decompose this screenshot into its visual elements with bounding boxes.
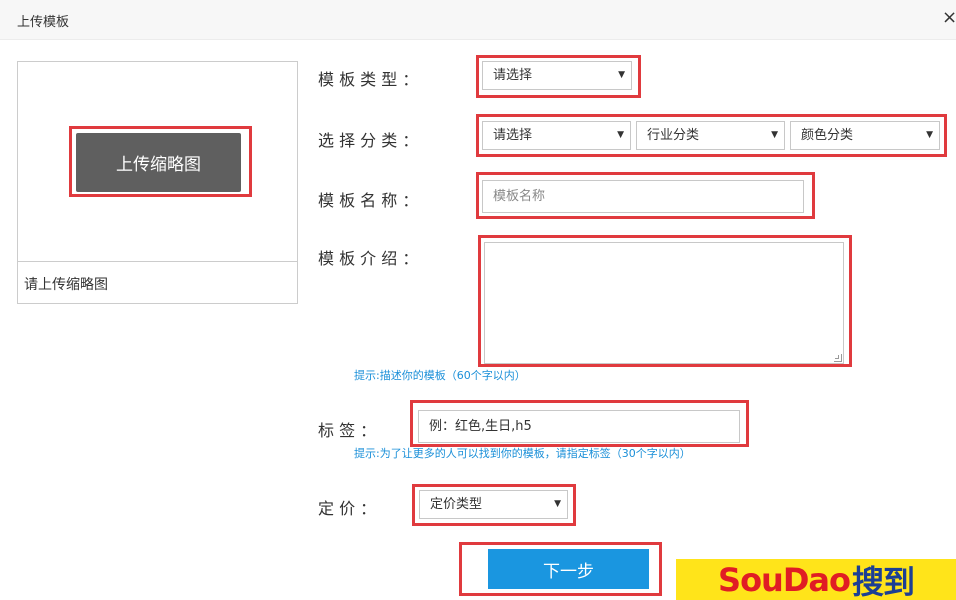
price-select-value: 定价类型 bbox=[430, 497, 483, 512]
template-type-select[interactable]: 请选择 ▼ bbox=[482, 61, 632, 90]
dropdown-arrow-icon: ▼ bbox=[618, 70, 625, 80]
template-name-label: 模 板 名 称 ： bbox=[318, 191, 419, 210]
color-select-value: 颜色分类 bbox=[801, 128, 854, 143]
dropdown-arrow-icon: ▼ bbox=[771, 130, 778, 140]
template-type-label: 模 板 类 型 ： bbox=[318, 70, 419, 89]
thumbnail-hint: 请上传缩略图 bbox=[24, 277, 108, 293]
soudao-watermark: SouDao 搜到 bbox=[676, 559, 956, 600]
dialog-header: 上传模板 × bbox=[0, 0, 956, 40]
template-intro-textarea[interactable] bbox=[484, 242, 844, 364]
template-intro-label: 模 板 介 绍 ： bbox=[318, 249, 419, 268]
category-select[interactable]: 请选择 ▼ bbox=[482, 121, 631, 150]
close-icon[interactable]: × bbox=[942, 8, 956, 28]
dropdown-arrow-icon: ▼ bbox=[617, 130, 624, 140]
template-name-input[interactable]: 模板名称 bbox=[482, 180, 804, 213]
watermark-latin: SouDao bbox=[718, 560, 851, 599]
industry-select[interactable]: 行业分类 ▼ bbox=[636, 121, 785, 150]
watermark-cjk: 搜到 bbox=[851, 562, 915, 600]
industry-select-value: 行业分类 bbox=[647, 128, 700, 143]
resize-handle-icon[interactable] bbox=[834, 354, 842, 362]
tags-placeholder: 例：红色,生日,h5 bbox=[429, 419, 532, 434]
dialog-title: 上传模板 bbox=[17, 15, 70, 30]
tags-label: 标 签 ： bbox=[318, 421, 377, 440]
category-label: 选 择 分 类 ： bbox=[318, 131, 419, 150]
category-select-value: 请选择 bbox=[493, 128, 533, 143]
template-name-placeholder: 模板名称 bbox=[493, 189, 546, 204]
tags-tip: 提示:为了让更多的人可以找到你的模板，请指定标签（30个字以内） bbox=[354, 447, 691, 460]
next-step-button[interactable]: 下一步 bbox=[488, 549, 649, 589]
tags-input[interactable]: 例：红色,生日,h5 bbox=[418, 410, 740, 443]
color-select[interactable]: 颜色分类 ▼ bbox=[790, 121, 940, 150]
dropdown-arrow-icon: ▼ bbox=[926, 130, 933, 140]
upload-thumbnail-button[interactable]: 上传缩略图 bbox=[76, 133, 241, 192]
price-label: 定 价 ： bbox=[318, 499, 377, 518]
intro-tip: 提示:描述你的模板（60个字以内） bbox=[354, 369, 526, 382]
dropdown-arrow-icon: ▼ bbox=[554, 499, 561, 509]
template-type-value: 请选择 bbox=[493, 68, 533, 83]
price-select[interactable]: 定价类型 ▼ bbox=[419, 490, 568, 519]
